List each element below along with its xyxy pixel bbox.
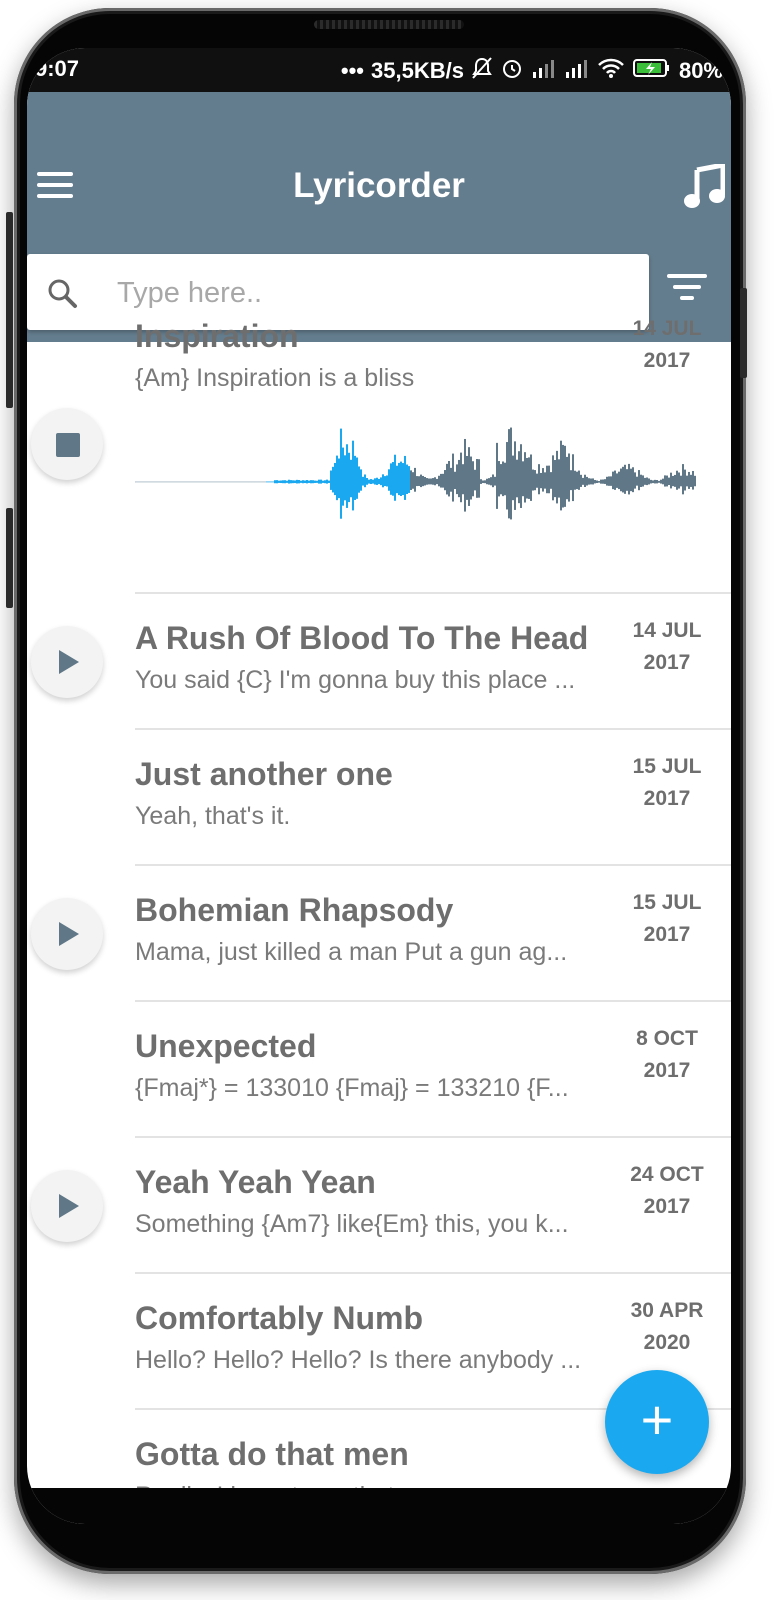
- item-date-year: 2017: [643, 923, 691, 946]
- app-title: Lyricorder: [293, 166, 465, 205]
- power-button: [740, 288, 747, 378]
- alarm-icon: [500, 56, 524, 86]
- item-date-year: 2020: [643, 1331, 691, 1354]
- item-date-year: 2017: [643, 787, 691, 810]
- item-date: 24 OCT 2017: [619, 1159, 715, 1223]
- stop-icon: [56, 433, 80, 457]
- list-item[interactable]: Inspiration {Am} Inspiration is a bliss …: [27, 298, 731, 594]
- signal-icon-1: [531, 58, 557, 84]
- item-title: Inspiration: [135, 318, 299, 354]
- play-icon: [59, 922, 79, 946]
- volume-button: [6, 212, 13, 408]
- mute-bell-icon: [471, 56, 493, 86]
- item-title: Yeah Yeah Yean: [135, 1164, 376, 1200]
- list-item[interactable]: A Rush Of Blood To The Head You said {C}…: [27, 594, 731, 730]
- audio-waveform[interactable]: [135, 404, 697, 554]
- list-item[interactable]: Bohemian Rhapsody Mama, just killed a ma…: [27, 866, 731, 1002]
- list-item[interactable]: Unexpected {Fmaj*} = 133010 {Fmaj} = 133…: [27, 1002, 731, 1138]
- item-date-day: 14 JUL: [632, 619, 702, 642]
- item-date: 15 JUL 2017: [619, 887, 715, 951]
- item-date-day: 8 OCT: [636, 1027, 698, 1050]
- play-button[interactable]: [31, 1170, 103, 1242]
- item-date: 14 JUL 2017: [619, 615, 715, 679]
- status-icons: ••• 35,5KB/s 80%: [341, 56, 723, 86]
- status-bar: 9:07 ••• 35,5KB/s 80%: [27, 48, 731, 92]
- item-date: 8 OCT 2017: [619, 1023, 715, 1087]
- music-note-icon[interactable]: [683, 161, 726, 210]
- item-subtitle: Mama, just killed a man Put a gun ag...: [135, 938, 568, 966]
- network-speed: 35,5KB/s: [371, 58, 464, 83]
- item-date-day: 24 OCT: [630, 1163, 704, 1186]
- item-date-day: 30 APR: [630, 1299, 704, 1322]
- item-subtitle: Yeah, that's it.: [135, 802, 291, 830]
- battery-charging-icon: [632, 57, 672, 85]
- play-icon: [59, 650, 79, 674]
- earpiece-speaker: [314, 20, 464, 29]
- item-title: Bohemian Rhapsody: [135, 892, 454, 928]
- item-subtitle: Something {Am7} like{Em} this, you k...: [135, 1210, 569, 1238]
- list-item[interactable]: Yeah Yeah Yean Something {Am7} like{Em} …: [27, 1138, 731, 1274]
- notification-dots-icon: •••: [340, 58, 364, 83]
- item-date: 30 APR 2020: [619, 1295, 715, 1359]
- play-icon: [59, 1194, 79, 1218]
- signal-icon-2: [564, 58, 590, 84]
- item-date-year: 2017: [643, 1059, 691, 1082]
- side-button: [6, 508, 13, 608]
- item-date-day: 15 JUL: [632, 891, 702, 914]
- item-title: Unexpected: [135, 1028, 317, 1064]
- wifi-icon: [597, 57, 625, 85]
- item-date-year: 2017: [643, 1195, 691, 1218]
- add-button[interactable]: +: [605, 1370, 709, 1474]
- play-button[interactable]: [31, 626, 103, 698]
- item-title: A Rush Of Blood To The Head: [135, 620, 589, 656]
- item-subtitle: You said {C} I'm gonna buy this place ..…: [135, 666, 576, 694]
- bottom-bezel: [27, 1488, 731, 1524]
- stop-button[interactable]: [31, 408, 103, 480]
- item-date: 14 JUL 2017: [619, 313, 715, 377]
- item-date-day: 15 JUL: [632, 755, 702, 778]
- list-item[interactable]: Just another one Yeah, that's it. 15 JUL…: [27, 730, 731, 866]
- item-subtitle: Hello? Hello? Hello? Is there anybody ..…: [135, 1346, 582, 1374]
- item-date-day: 14 JUL: [632, 317, 702, 340]
- item-subtitle: {Fmaj*} = 133010 {Fmaj} = 133210 {F...: [135, 1074, 569, 1102]
- item-date: 15 JUL 2017: [619, 751, 715, 815]
- status-time: 9:07: [35, 56, 80, 81]
- item-title: Just another one: [135, 756, 393, 792]
- item-title: Comfortably Numb: [135, 1300, 423, 1336]
- item-title: Gotta do that men: [135, 1436, 409, 1472]
- item-date-year: 2017: [643, 349, 691, 372]
- screen: 9:07 ••• 35,5KB/s 80% Lyricorder Type he…: [27, 48, 731, 1524]
- item-subtitle: {Am} Inspiration is a bliss: [135, 364, 415, 392]
- item-date-year: 2017: [643, 651, 691, 674]
- play-button[interactable]: [31, 898, 103, 970]
- battery-percent: 80%: [678, 58, 723, 83]
